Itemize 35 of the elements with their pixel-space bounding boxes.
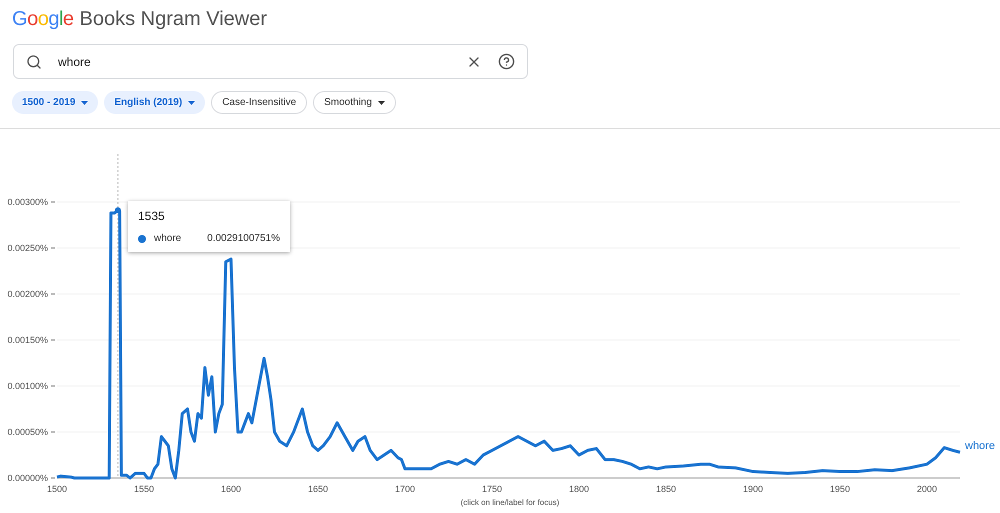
tooltip-year: 1535 (138, 208, 166, 225)
filter-chip[interactable]: English (2019) (104, 91, 206, 114)
y-tick-label: 0.00100% (7, 381, 48, 391)
y-tick-label: 0.00150% (7, 335, 48, 345)
tooltip-series: whore (154, 232, 182, 246)
hover-point (114, 207, 121, 214)
x-tick-label: 1950 (830, 484, 850, 494)
series-label[interactable]: whore (965, 440, 995, 452)
x-tick-label: 1700 (394, 484, 415, 494)
help-icon[interactable] (498, 53, 515, 70)
search-field[interactable]: whore (13, 44, 528, 79)
x-tick-label: 1550 (134, 484, 154, 494)
y-tick-label: 0.00300% (7, 197, 48, 207)
x-tick-label: 2000 (916, 484, 937, 494)
x-tick-label: 1800 (568, 484, 589, 494)
x-tick-label: 1650 (308, 484, 328, 494)
filter-chip[interactable]: Smoothing (313, 91, 396, 114)
chart-caption: (click on line/label for focus) (460, 497, 560, 509)
x-tick-label: 1900 (742, 484, 763, 494)
search-icon (26, 54, 42, 70)
x-tick-label: 1500 (46, 484, 68, 494)
y-tick-label: 0.00050% (7, 427, 48, 437)
app-title: Books Ngram Viewer (80, 7, 267, 32)
filter-chip[interactable]: Case-Insensitive (211, 91, 308, 114)
series-line[interactable] (56, 208, 960, 480)
tooltip-value: 0.0029100751% (207, 232, 280, 246)
x-tick-label: 1850 (656, 484, 676, 494)
y-tick-label: 0.00250% (7, 243, 48, 253)
y-tick-label: 0.00200% (7, 289, 48, 299)
y-tick-label: 0.00000% (7, 473, 48, 483)
filter-chip[interactable]: 1500 - 2019 (12, 91, 98, 114)
google-logo[interactable]: Google (12, 4, 74, 34)
x-tick-label: 1750 (482, 484, 502, 494)
x-tick-label: 1600 (220, 484, 241, 494)
search-input[interactable]: whore (58, 52, 466, 70)
